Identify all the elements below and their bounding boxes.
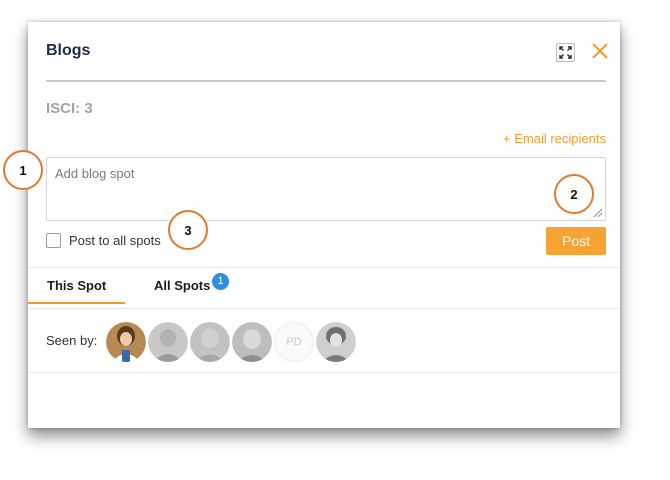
email-recipients-link[interactable]: + Email recipients (503, 131, 606, 146)
tab-all-spots[interactable]: All Spots (154, 278, 210, 293)
expand-button[interactable] (556, 43, 575, 62)
all-spots-count-badge: 1 (212, 273, 229, 290)
seen-by-avatars: PD (106, 322, 358, 362)
resize-grip-icon[interactable] (592, 207, 602, 217)
post-to-all-row: Post to all spots (46, 233, 161, 248)
annotation-marker-3: 3 (168, 210, 208, 250)
avatar[interactable] (148, 322, 188, 362)
annotation-marker-2: 2 (554, 174, 594, 214)
header-divider (46, 80, 606, 82)
avatar-initials[interactable]: PD (274, 322, 314, 362)
blog-spot-placeholder: Add blog spot (55, 166, 135, 181)
close-button[interactable] (588, 39, 612, 63)
user-photo-icon (148, 322, 188, 362)
blogs-dialog: Blogs ISCI: 3 + Email recipients Add blo… (28, 22, 620, 428)
annotation-marker-1: 1 (3, 150, 43, 190)
section-divider (28, 267, 620, 268)
avatar[interactable] (106, 322, 146, 362)
isci-label: ISCI: 3 (46, 100, 93, 117)
avatar[interactable] (190, 322, 230, 362)
seen-by-label: Seen by: (46, 333, 98, 348)
avatar[interactable] (316, 322, 356, 362)
user-photo-icon (106, 322, 146, 362)
blog-spot-input[interactable]: Add blog spot (46, 157, 606, 221)
close-icon (592, 43, 608, 59)
tabs-divider (28, 308, 620, 309)
avatar[interactable] (232, 322, 272, 362)
user-photo-icon (190, 322, 230, 362)
dialog-title: Blogs (46, 42, 91, 59)
expand-icon (559, 46, 572, 59)
user-photo-icon (232, 322, 272, 362)
active-tab-indicator (28, 302, 125, 304)
post-to-all-label[interactable]: Post to all spots (69, 233, 161, 248)
bottom-divider (28, 372, 620, 373)
post-button[interactable]: Post (546, 227, 606, 255)
tab-this-spot[interactable]: This Spot (47, 278, 106, 293)
user-photo-icon (316, 322, 356, 362)
post-to-all-checkbox[interactable] (46, 233, 61, 248)
